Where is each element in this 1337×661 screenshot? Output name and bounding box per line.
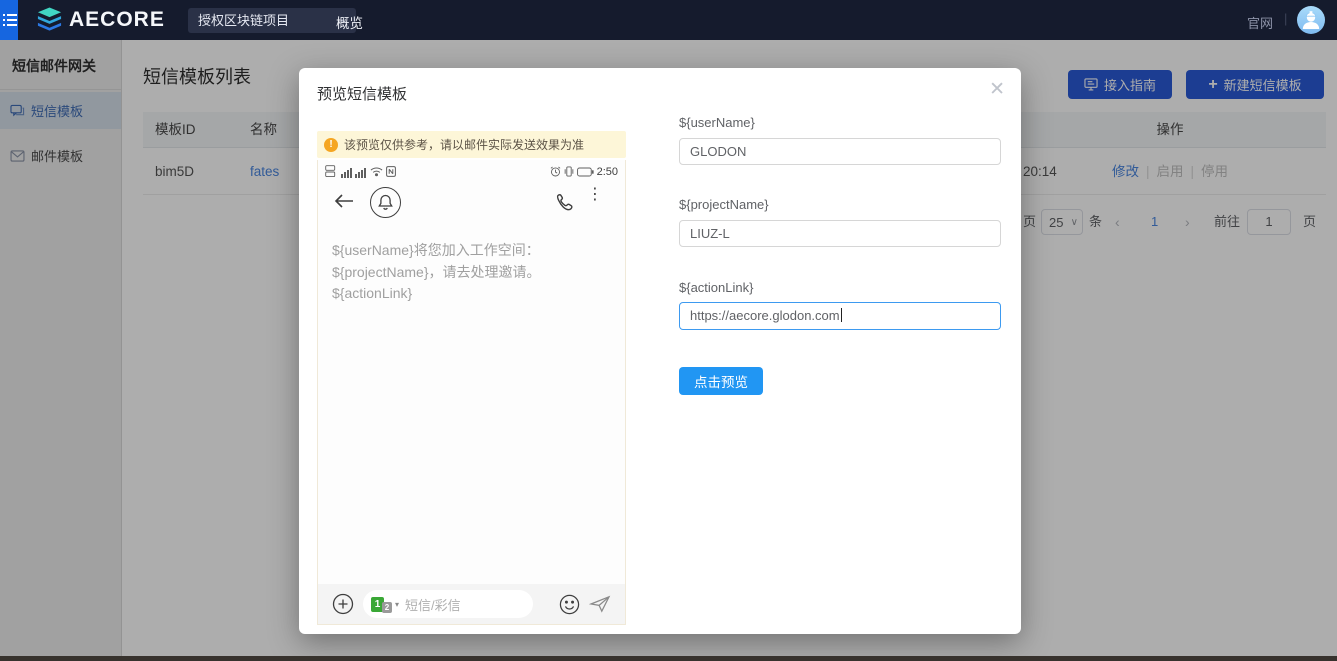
projectname-value: LIUZ-L [690,226,730,241]
vibrate-icon [564,166,574,177]
project-selector-dropdown[interactable]: 授权区块链项目 ⌄ [188,8,356,33]
exclamation-circle-icon: ! [324,138,338,152]
signal-bars-icon [341,166,367,178]
close-icon[interactable]: ✕ [989,78,1005,101]
sms-input-placeholder: 短信/彩信 [405,595,461,614]
click-preview-button[interactable]: 点击预览 [679,367,763,395]
plus-circle-icon [332,593,354,615]
message-line: ${projectName}，请去处理邀请。 [332,262,612,284]
topbar: AECORE 授权区块链项目 ⌄ 概览 官网 | [0,0,1337,40]
sim2-badge: 2 [382,602,392,613]
app-root: AECORE 授权区块链项目 ⌄ 概览 官网 | 短信邮件网关 [0,0,1337,661]
actionlink-field[interactable]: https://aecore.glodon.com [679,302,1001,330]
smiley-icon [559,594,580,615]
status-time: 2:50 [597,166,618,178]
username-value: GLODON [690,144,746,159]
phone-nav-bar: ⋮ [318,182,625,226]
brand-name: AECORE [69,8,165,32]
back-arrow-icon [334,193,354,209]
username-field[interactable]: GLODON [679,138,1001,165]
sms-message-preview: ${userName}将您加入工作空间： ${projectName}，请去处理… [332,240,612,305]
phone-status-bar: 2:50 [318,160,625,180]
message-line: ${actionLink} [332,283,612,305]
brand[interactable]: AECORE [36,7,165,33]
topbar-separator: | [1284,11,1287,26]
kebab-menu-icon: ⋮ [587,190,603,199]
phone-compose-bar: 1 2 ▾ 短信/彩信 [318,584,625,624]
sms-input-pill: 1 2 ▾ 短信/彩信 [363,590,533,618]
preview-sms-modal: 预览短信模板 ✕ ! 该预览仅供参考，请以邮件实际发送效果为准 [299,68,1021,634]
warning-text: 该预览仅供参考，请以邮件实际发送效果为准 [344,136,584,153]
field-label-username: ${userName} [679,115,755,130]
alarm-clock-icon [550,166,561,177]
nfc-icon [386,166,396,177]
worker-avatar-icon[interactable] [1297,6,1325,34]
phone-preview-mockup: 2:50 [317,160,626,625]
taskbar-edge [0,656,1337,661]
send-arrow-icon [589,595,611,613]
sim-hd-badges-icon [325,165,338,178]
field-label-projectname: ${projectName} [679,197,769,212]
battery-icon [577,167,594,177]
projectname-field[interactable]: LIUZ-L [679,220,1001,247]
sim-caret-icon: ▾ [395,600,399,609]
message-line: ${userName}将您加入工作空间： [332,240,612,262]
phone-handset-icon [555,193,573,211]
official-site-link[interactable]: 官网 [1247,13,1273,32]
preview-warning-banner: ! 该预览仅供参考，请以邮件实际发送效果为准 [317,131,626,158]
text-caret [841,308,842,322]
nav-overview[interactable]: 概览 [336,12,363,32]
wifi-icon [370,166,383,177]
project-selector-value: 授权区块链项目 [198,13,289,28]
modal-title: 预览短信模板 [317,83,407,104]
field-label-actionlink: ${actionLink} [679,280,753,295]
actionlink-value: https://aecore.glodon.com [690,308,840,323]
cube-logo-icon [36,7,63,33]
left-menu-strip[interactable] [0,0,18,40]
bell-icon [370,187,401,218]
